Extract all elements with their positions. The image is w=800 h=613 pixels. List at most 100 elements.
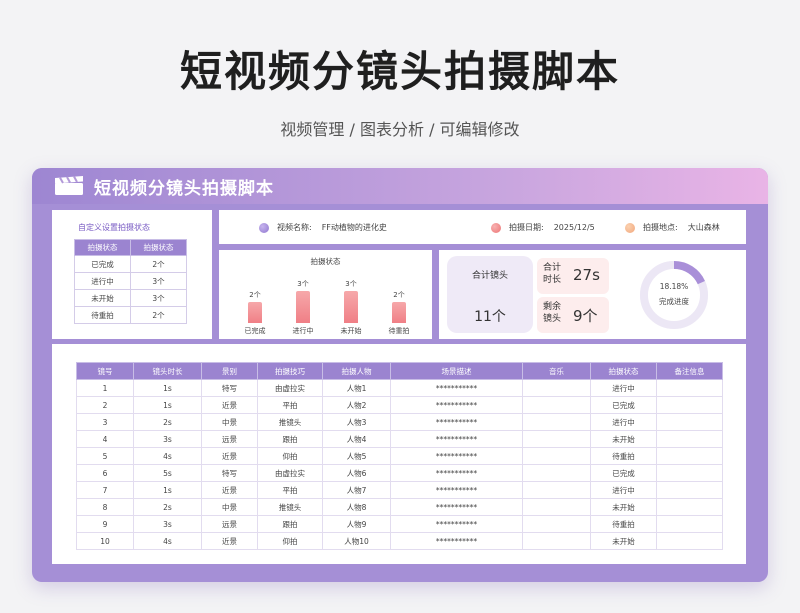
table-cell[interactable]: 跟拍 xyxy=(257,430,323,448)
table-cell[interactable]: 由虚拉实 xyxy=(257,379,323,397)
table-cell[interactable]: 4 xyxy=(76,430,134,448)
count-cell[interactable]: 3个 xyxy=(130,289,187,307)
table-cell[interactable]: 待重拍 xyxy=(590,515,657,533)
table-cell[interactable]: 进行中 xyxy=(590,413,657,431)
table-cell[interactable]: 10 xyxy=(76,532,134,550)
table-cell[interactable]: 跟拍 xyxy=(257,515,323,533)
table-cell[interactable] xyxy=(522,498,591,516)
table-cell[interactable]: 中景 xyxy=(201,498,258,516)
table-cell[interactable]: 近景 xyxy=(201,481,258,499)
table-cell[interactable]: 人物6 xyxy=(322,464,391,482)
table-cell[interactable]: 待重拍 xyxy=(590,447,657,465)
table-cell[interactable]: 2s xyxy=(133,498,202,516)
table-cell[interactable]: 5s xyxy=(133,464,202,482)
table-cell[interactable]: 中景 xyxy=(201,413,258,431)
table-cell[interactable]: 3s xyxy=(133,515,202,533)
table-cell[interactable]: 未开始 xyxy=(590,498,657,516)
table-cell[interactable]: 平拍 xyxy=(257,481,323,499)
table-cell[interactable]: 人物7 xyxy=(322,481,391,499)
table-cell[interactable]: 近景 xyxy=(201,532,258,550)
table-cell[interactable]: *********** xyxy=(390,464,523,482)
table-cell[interactable]: 1 xyxy=(76,379,134,397)
count-cell[interactable]: 2个 xyxy=(130,306,187,324)
table-cell[interactable]: 进行中 xyxy=(590,379,657,397)
table-cell[interactable]: 远景 xyxy=(201,430,258,448)
table-cell[interactable]: 2s xyxy=(133,413,202,431)
table-cell[interactable]: 平拍 xyxy=(257,396,323,414)
table-cell[interactable]: 7 xyxy=(76,481,134,499)
table-cell[interactable]: 未开始 xyxy=(590,430,657,448)
table-cell[interactable]: *********** xyxy=(390,413,523,431)
location-value[interactable]: 大山森林 xyxy=(688,222,720,233)
table-cell[interactable] xyxy=(522,430,591,448)
video-name-value[interactable]: FF动植物的进化史 xyxy=(322,222,387,233)
table-cell[interactable]: 人物1 xyxy=(322,379,391,397)
table-cell[interactable]: 人物4 xyxy=(322,430,391,448)
table-cell[interactable]: 已完成 xyxy=(590,396,657,414)
table-cell[interactable] xyxy=(656,515,723,533)
table-cell[interactable] xyxy=(522,464,591,482)
table-cell[interactable]: 由虚拉实 xyxy=(257,464,323,482)
table-cell[interactable]: 2 xyxy=(76,396,134,414)
table-cell[interactable] xyxy=(656,481,723,499)
table-cell[interactable] xyxy=(522,413,591,431)
table-cell[interactable] xyxy=(656,379,723,397)
table-cell[interactable]: 3s xyxy=(133,430,202,448)
table-cell[interactable]: 5 xyxy=(76,447,134,465)
table-cell[interactable]: 人物8 xyxy=(322,498,391,516)
table-cell[interactable]: *********** xyxy=(390,379,523,397)
table-cell[interactable]: 人物9 xyxy=(322,515,391,533)
count-cell[interactable]: 3个 xyxy=(130,272,187,290)
status-cell[interactable]: 已完成 xyxy=(74,255,131,273)
date-value[interactable]: 2025/12/5 xyxy=(554,223,595,232)
table-cell[interactable]: *********** xyxy=(390,498,523,516)
table-cell[interactable]: 仰拍 xyxy=(257,532,323,550)
table-cell[interactable]: 人物2 xyxy=(322,396,391,414)
table-cell[interactable] xyxy=(656,498,723,516)
table-cell[interactable]: 特写 xyxy=(201,379,258,397)
table-cell[interactable] xyxy=(522,447,591,465)
table-cell[interactable] xyxy=(656,430,723,448)
table-cell[interactable]: 6 xyxy=(76,464,134,482)
table-cell[interactable] xyxy=(656,447,723,465)
table-cell[interactable] xyxy=(656,413,723,431)
table-cell[interactable]: 1s xyxy=(133,481,202,499)
table-cell[interactable]: 仰拍 xyxy=(257,447,323,465)
table-cell[interactable]: 特写 xyxy=(201,464,258,482)
table-cell[interactable]: 1s xyxy=(133,379,202,397)
table-cell[interactable]: 4s xyxy=(133,532,202,550)
table-cell[interactable]: *********** xyxy=(390,430,523,448)
table-cell[interactable] xyxy=(522,481,591,499)
status-cell[interactable]: 进行中 xyxy=(74,272,131,290)
table-cell[interactable]: 近景 xyxy=(201,396,258,414)
table-cell[interactable]: *********** xyxy=(390,481,523,499)
table-cell[interactable] xyxy=(656,464,723,482)
status-cell[interactable]: 待重拍 xyxy=(74,306,131,324)
table-cell[interactable]: *********** xyxy=(390,515,523,533)
table-cell[interactable]: 1s xyxy=(133,396,202,414)
table-cell[interactable]: 人物10 xyxy=(322,532,391,550)
count-cell[interactable]: 2个 xyxy=(130,255,187,273)
status-cell[interactable]: 未开始 xyxy=(74,289,131,307)
table-cell[interactable] xyxy=(522,532,591,550)
table-cell[interactable]: *********** xyxy=(390,396,523,414)
table-cell[interactable] xyxy=(522,396,591,414)
table-cell[interactable] xyxy=(522,379,591,397)
table-cell[interactable]: 4s xyxy=(133,447,202,465)
table-cell[interactable]: 近景 xyxy=(201,447,258,465)
table-cell[interactable]: 未开始 xyxy=(590,532,657,550)
table-cell[interactable]: *********** xyxy=(390,447,523,465)
table-cell[interactable]: 人物5 xyxy=(322,447,391,465)
table-cell[interactable]: 远景 xyxy=(201,515,258,533)
table-cell[interactable]: 推镜头 xyxy=(257,413,323,431)
table-cell[interactable]: 8 xyxy=(76,498,134,516)
table-cell[interactable]: 3 xyxy=(76,413,134,431)
table-cell[interactable] xyxy=(656,396,723,414)
table-cell[interactable] xyxy=(656,532,723,550)
table-cell[interactable] xyxy=(522,515,591,533)
table-cell[interactable]: 进行中 xyxy=(590,481,657,499)
table-cell[interactable]: 推镜头 xyxy=(257,498,323,516)
table-cell[interactable]: 已完成 xyxy=(590,464,657,482)
table-cell[interactable]: 人物3 xyxy=(322,413,391,431)
table-cell[interactable]: *********** xyxy=(390,532,523,550)
